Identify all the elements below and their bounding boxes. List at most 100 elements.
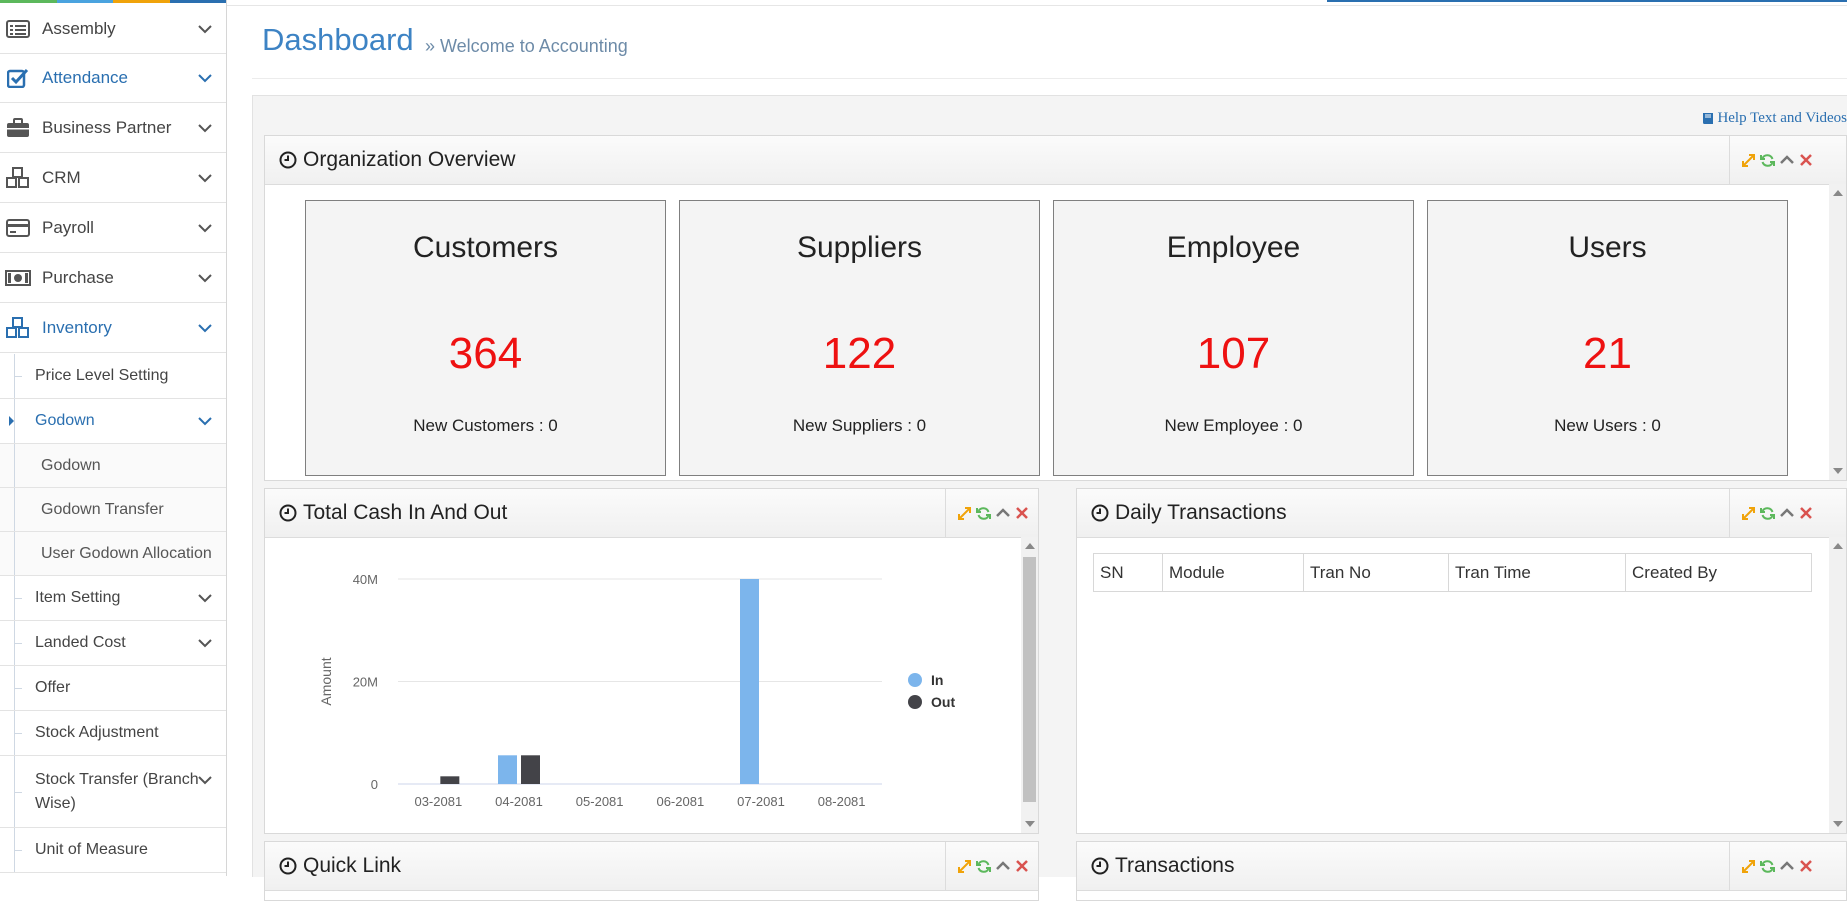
sidebar-item-label: Payroll bbox=[42, 218, 94, 237]
refresh-icon[interactable] bbox=[975, 858, 992, 875]
sidebar-item-crm[interactable]: CRM bbox=[0, 154, 226, 203]
chevron-down-icon[interactable] bbox=[196, 119, 214, 137]
expand-icon[interactable] bbox=[1740, 858, 1757, 875]
card-value: 122 bbox=[822, 329, 897, 378]
chevron-down-icon[interactable] bbox=[196, 319, 214, 337]
suppliers-card[interactable]: Suppliers 122 New Suppliers : 0 bbox=[679, 200, 1040, 476]
widget-title: Organization Overview bbox=[303, 148, 516, 171]
y-tick-label: 0 bbox=[371, 777, 378, 792]
scrllbar[interactable] bbox=[1829, 537, 1846, 833]
chevron-down-icon[interactable] bbox=[196, 771, 214, 789]
clock-icon bbox=[279, 857, 297, 875]
sidebar-item-purchase[interactable]: Purchase bbox=[0, 254, 226, 303]
widget-title: Transactions bbox=[1115, 854, 1235, 877]
collapse-icon[interactable] bbox=[994, 858, 1011, 875]
bar-in bbox=[498, 755, 517, 784]
expand-icon[interactable] bbox=[1740, 152, 1757, 169]
legend-marker bbox=[908, 695, 922, 709]
sidebar-item-user-godown-allocation[interactable]: User Godown Allocation bbox=[0, 532, 226, 576]
chevron-down-icon[interactable] bbox=[196, 589, 214, 607]
widget-title: Quick Link bbox=[303, 854, 402, 877]
column-header[interactable]: Tran No bbox=[1303, 553, 1449, 592]
chevron-down-icon[interactable] bbox=[196, 69, 214, 87]
collapse-icon[interactable] bbox=[1778, 152, 1795, 169]
column-header[interactable]: SN bbox=[1093, 553, 1163, 592]
transactions-table: SN Module Tran No Tran Time Created By bbox=[1093, 553, 1812, 592]
caret-right-icon bbox=[9, 416, 14, 426]
widget-tools bbox=[1729, 136, 1822, 184]
y-axis-title: Amount bbox=[318, 657, 334, 705]
sidebar-item-business-partner[interactable]: Business Partner bbox=[0, 104, 226, 153]
briefcase-icon bbox=[4, 117, 32, 139]
daily-transactions-widget: Daily Transactions SN Module Tran No Tra… bbox=[1076, 488, 1847, 834]
employee-card[interactable]: Employee 107 New Employee : 0 bbox=[1053, 200, 1414, 476]
refresh-icon[interactable] bbox=[975, 505, 992, 522]
sidebar-item-unit-of-measure[interactable]: Unit of Measure bbox=[0, 828, 226, 873]
sidebar-item-label: Unit of Measure bbox=[35, 841, 148, 858]
sidebar-item-payroll[interactable]: Payroll bbox=[0, 204, 226, 253]
sidebar-item-stock-transfer[interactable]: Stock Transfer (Branch Wise) bbox=[0, 756, 226, 828]
page-title: Dashboard bbox=[262, 22, 414, 57]
card-title: Customers bbox=[412, 231, 559, 264]
refresh-icon[interactable] bbox=[1759, 858, 1776, 875]
sidebar-item-label: Stock Adjustment bbox=[35, 724, 159, 741]
chevron-down-icon[interactable] bbox=[196, 634, 214, 652]
book-icon bbox=[1703, 113, 1714, 124]
chevron-down-icon[interactable] bbox=[196, 169, 214, 187]
expand-icon[interactable] bbox=[956, 858, 973, 875]
close-icon[interactable] bbox=[1797, 152, 1814, 169]
sidebar-item-label: Godown bbox=[41, 456, 101, 474]
widget-title: Daily Transactions bbox=[1115, 501, 1287, 524]
collapse-icon[interactable] bbox=[1778, 505, 1795, 522]
help-link-label: Help Text and Videos bbox=[1717, 110, 1847, 126]
users-card[interactable]: Users 21 New Users : 0 bbox=[1427, 200, 1788, 476]
sidebar-item-price-level-setting[interactable]: Price Level Setting bbox=[0, 354, 226, 399]
card-value: 364 bbox=[448, 329, 523, 378]
expand-icon[interactable] bbox=[1740, 505, 1757, 522]
chevron-down-icon[interactable] bbox=[196, 20, 214, 38]
column-header[interactable]: Created By bbox=[1625, 553, 1812, 592]
sidebar-item-label: Godown bbox=[35, 412, 95, 429]
sidebar-item-item-setting[interactable]: Item Setting bbox=[0, 576, 226, 621]
sidebar-item-stock-adjustment[interactable]: Stock Adjustment bbox=[0, 711, 226, 756]
close-icon[interactable] bbox=[1013, 858, 1030, 875]
sidebar-item-inventory[interactable]: Inventory bbox=[0, 304, 226, 353]
close-icon[interactable] bbox=[1797, 858, 1814, 875]
expand-icon[interactable] bbox=[956, 505, 973, 522]
scrollbar[interactable] bbox=[1829, 184, 1846, 480]
bar-out bbox=[440, 776, 460, 784]
column-header[interactable]: Module bbox=[1162, 553, 1304, 592]
sidebar-item-label: Offer bbox=[35, 679, 71, 696]
help-link[interactable]: Help Text and Videos bbox=[1701, 110, 1847, 127]
sidebar-item-assembly[interactable]: Assembly bbox=[0, 5, 226, 54]
card-title: Suppliers bbox=[796, 231, 923, 264]
customers-card[interactable]: Customers 364 New Customers : 0 bbox=[305, 200, 666, 476]
refresh-icon[interactable] bbox=[1759, 505, 1776, 522]
close-icon[interactable] bbox=[1013, 505, 1030, 522]
refresh-icon[interactable] bbox=[1759, 152, 1776, 169]
scrollbar[interactable] bbox=[1021, 537, 1038, 833]
chevron-down-icon[interactable] bbox=[196, 269, 214, 287]
legend-label: In bbox=[931, 672, 943, 688]
widget-header: Organization Overview bbox=[265, 136, 1846, 185]
money-icon bbox=[4, 267, 32, 289]
sidebar-item-label: Inventory bbox=[42, 318, 112, 337]
column-header[interactable]: Tran Time bbox=[1448, 553, 1626, 592]
chevron-down-icon[interactable] bbox=[196, 412, 214, 430]
sidebar-item-godown[interactable]: Godown bbox=[0, 399, 226, 444]
close-icon[interactable] bbox=[1797, 505, 1814, 522]
card-new-count: New Employee : 0 bbox=[1164, 416, 1303, 435]
collapse-icon[interactable] bbox=[994, 505, 1011, 522]
collapse-icon[interactable] bbox=[1778, 858, 1795, 875]
sidebar-item-godown-list[interactable]: Godown bbox=[0, 444, 226, 488]
sidebar-item-label: Attendance bbox=[42, 68, 129, 87]
sidebar-item-attendance[interactable]: Attendance bbox=[0, 54, 226, 103]
widget-tools bbox=[945, 842, 1038, 890]
chevron-down-icon[interactable] bbox=[196, 219, 214, 237]
x-tick-label: 05-2081 bbox=[576, 794, 624, 809]
sidebar-item-offer[interactable]: Offer bbox=[0, 666, 226, 711]
clock-icon bbox=[279, 151, 297, 169]
sidebar-item-godown-transfer[interactable]: Godown Transfer bbox=[0, 488, 226, 532]
sidebar-item-landed-cost[interactable]: Landed Cost bbox=[0, 621, 226, 666]
x-tick-label: 07-2081 bbox=[737, 794, 785, 809]
